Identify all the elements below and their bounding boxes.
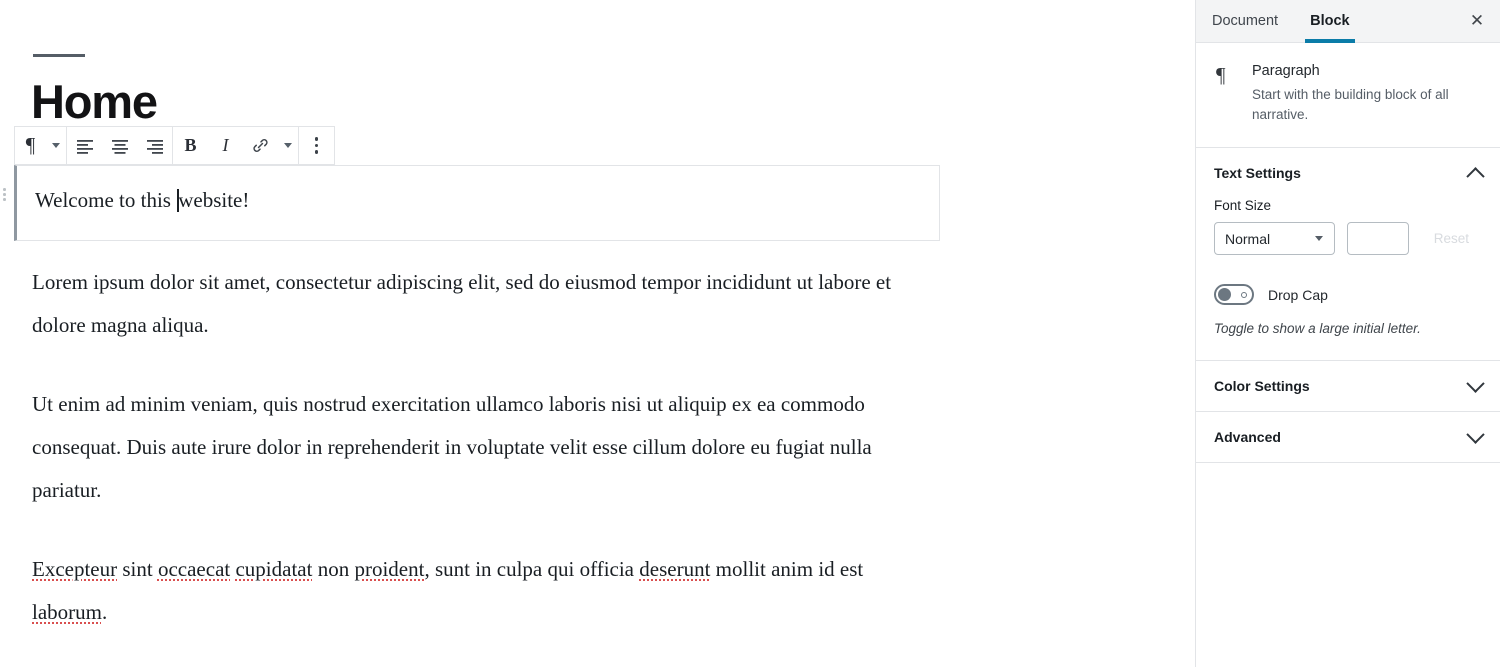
chevron-down-icon — [1466, 373, 1485, 393]
pilcrow-icon: ¶ — [25, 133, 36, 157]
drop-cap-label: Drop Cap — [1268, 286, 1328, 303]
editor-canvas: Home ¶ B I Welcome to this website! Lore… — [0, 0, 1195, 667]
font-size-controls: Normal Reset — [1214, 222, 1482, 255]
toolbar-group-formatting: B I — [173, 127, 299, 164]
text-run: mollit anim id est — [710, 557, 864, 581]
block-type-dropdown-button[interactable] — [46, 127, 66, 164]
permalink-indicator — [33, 54, 85, 57]
chevron-up-icon — [1466, 166, 1485, 186]
text-run: . — [101, 600, 108, 624]
italic-icon: I — [222, 135, 229, 155]
toggle-knob — [1218, 288, 1231, 301]
chevron-down-icon — [1314, 236, 1323, 241]
link-button[interactable] — [243, 127, 278, 164]
italic-button[interactable]: I — [208, 127, 243, 164]
panel-text-settings-header[interactable]: Text Settings — [1196, 148, 1500, 198]
toolbar-group-alignment — [67, 127, 173, 164]
link-icon — [253, 139, 268, 152]
text-run: non — [312, 557, 355, 581]
chevron-down-icon — [52, 143, 60, 148]
tab-document[interactable]: Document — [1196, 0, 1294, 42]
font-size-label: Font Size — [1214, 198, 1272, 213]
bold-button[interactable]: B — [173, 127, 208, 164]
text-run: Ut enim ad minim veniam, quis nostrud ex… — [32, 392, 872, 502]
toolbar-group-more — [299, 127, 334, 164]
panel-text-settings-title: Text Settings — [1214, 165, 1301, 181]
panel-color-settings-title: Color Settings — [1214, 378, 1310, 394]
drop-cap-row: Drop Cap — [1214, 284, 1482, 305]
block-toolbar: ¶ B I — [14, 126, 335, 165]
text-run: , sunt in culpa qui officia — [424, 557, 640, 581]
drop-cap-toggle[interactable] — [1214, 284, 1254, 305]
paragraph-text-after-caret: website! — [178, 188, 250, 212]
selected-paragraph-block[interactable]: Welcome to this website! — [14, 165, 940, 241]
bold-icon: B — [184, 135, 197, 155]
chevron-down-icon — [1466, 424, 1485, 444]
more-vertical-icon — [314, 137, 319, 154]
paragraph-block-2[interactable]: Ut enim ad minim veniam, quis nostrud ex… — [32, 383, 932, 512]
paragraph-text-before-caret: Welcome to this — [35, 188, 177, 212]
toggle-off-marker — [1241, 292, 1247, 298]
more-options-button[interactable] — [299, 127, 334, 164]
align-left-button[interactable] — [67, 127, 102, 164]
block-type-button[interactable]: ¶ — [15, 127, 46, 164]
pilcrow-icon: ¶ — [1216, 63, 1226, 87]
block-drag-handle[interactable] — [3, 188, 6, 201]
font-size-selected-value: Normal — [1225, 230, 1271, 247]
misspelled-word: laborum — [32, 600, 102, 624]
sidebar-tab-bar: Document Block ✕ — [1196, 0, 1500, 43]
panel-color-settings: Color Settings — [1196, 361, 1500, 412]
text-run: Lorem ipsum dolor sit amet, consectetur … — [32, 270, 892, 337]
tab-block[interactable]: Block — [1294, 0, 1366, 43]
panel-text-settings: Text Settings Font Size Normal Reset Dro… — [1196, 148, 1500, 361]
panel-advanced-header[interactable]: Advanced — [1196, 412, 1500, 462]
misspelled-word: cupidatat — [235, 557, 313, 581]
chevron-down-icon — [284, 143, 292, 148]
block-info-body: Paragraph Start with the building block … — [1252, 63, 1480, 125]
drop-cap-help-text: Toggle to show a large initial letter. — [1214, 321, 1421, 336]
block-description-label: Start with the building block of all nar… — [1252, 87, 1449, 122]
more-formats-button[interactable] — [278, 127, 298, 164]
paragraph-block-1[interactable]: Lorem ipsum dolor sit amet, consectetur … — [32, 261, 932, 347]
font-size-reset-button[interactable]: Reset — [1421, 222, 1482, 255]
panel-text-settings-body: Font Size Normal Reset Drop Cap Toggle t… — [1196, 198, 1500, 360]
selected-paragraph-text[interactable]: Welcome to this website! — [35, 188, 249, 213]
paragraph-block-3[interactable]: Excepteur sint occaecat cupidatat non pr… — [32, 548, 932, 634]
misspelled-word: occaecat — [157, 557, 231, 581]
misspelled-word: deserunt — [639, 557, 711, 581]
block-info-card: ¶ Paragraph Start with the building bloc… — [1196, 43, 1500, 148]
font-size-select[interactable]: Normal — [1214, 222, 1335, 255]
toolbar-group-block-type: ¶ — [15, 127, 67, 164]
align-center-icon — [111, 139, 128, 154]
custom-font-size-input[interactable] — [1346, 222, 1409, 255]
close-icon: ✕ — [1469, 11, 1485, 30]
align-left-icon — [76, 139, 93, 154]
block-name-label: Paragraph — [1252, 63, 1320, 79]
align-right-icon — [146, 139, 163, 154]
misspelled-word: Excepteur — [32, 557, 118, 581]
panel-color-settings-header[interactable]: Color Settings — [1196, 361, 1500, 411]
post-title[interactable]: Home — [31, 76, 158, 128]
text-run: sint — [117, 557, 158, 581]
close-sidebar-button[interactable]: ✕ — [1454, 0, 1500, 42]
panel-advanced: Advanced — [1196, 412, 1500, 463]
align-center-button[interactable] — [102, 127, 137, 164]
gutenberg-editor: Home ¶ B I Welcome to this website! Lore… — [0, 0, 1500, 667]
panel-advanced-title: Advanced — [1214, 429, 1281, 445]
block-settings-sidebar: Document Block ✕ ¶ Paragraph Start with … — [1195, 0, 1500, 667]
misspelled-word: proident — [354, 557, 425, 581]
align-right-button[interactable] — [137, 127, 172, 164]
